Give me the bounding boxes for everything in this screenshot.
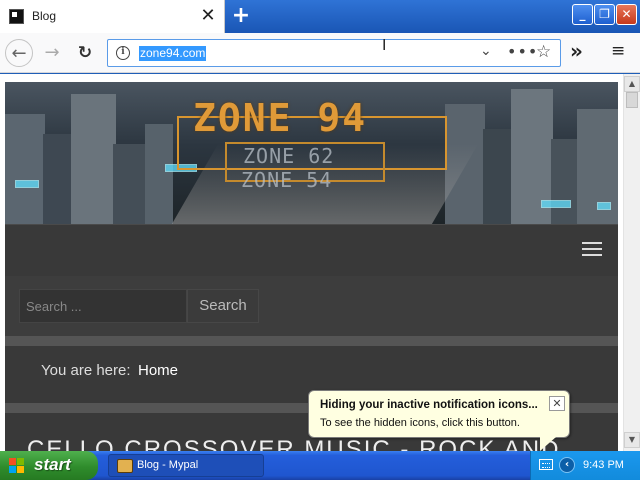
text-cursor-icon: I [382,36,387,54]
tab-close-icon[interactable]: ✕ [199,6,217,26]
start-button[interactable]: start [0,451,98,480]
navigation-toolbar: ← → ↻ i zone94.com ⌄ ••• ☆ [0,33,640,73]
tab-title: Blog [32,9,57,23]
keyboard-icon[interactable] [539,459,553,470]
taskbar: start Blog - Mypal ‹ 9:43 PM [0,451,640,480]
search-button[interactable]: Search [187,289,259,323]
new-tab-button[interactable]: + [229,3,253,29]
taskbar-item-mypal[interactable]: Blog - Mypal [108,454,264,477]
notification-text: To see the hidden icons, click this butt… [320,417,520,429]
taskbar-item-label: Blog - Mypal [137,459,199,471]
url-bar[interactable]: i zone94.com ⌄ ••• ☆ [107,39,561,67]
page-actions-icon[interactable]: ••• [507,42,538,61]
notification-close-icon[interactable]: ✕ [549,396,565,411]
post-title[interactable]: CELLO CROSSOVER MUSIC - ROCK AND [27,436,560,451]
search-input[interactable]: Search ... [19,289,187,323]
balloon-tail [540,437,556,451]
minimize-button[interactable]: _ [572,4,593,25]
site-logo-sub2: ZONE 54 [241,168,333,192]
scrollbar-thumb[interactable] [626,92,638,108]
site-header-banner[interactable]: ZONE 94 ZONE 62 ZONE 54 [5,82,618,224]
hamburger-menu-icon[interactable] [582,242,602,260]
chevron-down-icon[interactable]: ⌄ [480,43,492,59]
mypal-app-icon [117,459,133,473]
site-favicon-icon [9,9,24,24]
scroll-up-icon[interactable]: ▲ [624,76,640,92]
site-info-icon[interactable]: i [116,46,130,60]
bookmark-star-icon[interactable]: ☆ [536,42,551,62]
start-label: start [34,455,71,474]
site-logo-main[interactable]: ZONE 94 [193,96,367,140]
scroll-down-icon[interactable]: ▼ [624,432,640,448]
window-close-button[interactable]: ✕ [616,4,637,25]
site-logo-sub1: ZONE 62 [243,144,335,168]
notification-balloon[interactable]: Hiding your inactive notification icons.… [308,390,570,438]
reload-button[interactable]: ↻ [71,39,99,67]
app-menu-button[interactable]: ≡ [611,41,625,61]
breadcrumb-home-link[interactable]: Home [138,362,178,379]
section-divider [5,336,618,346]
browser-tab-bar: Blog ✕ + _ ❐ ✕ [0,0,640,33]
site-nav-bar [5,224,618,276]
system-tray: ‹ 9:43 PM [530,451,640,480]
windows-flag-icon [9,458,25,474]
clock[interactable]: 9:43 PM [583,459,624,471]
forward-button[interactable]: → [38,39,66,67]
url-text[interactable]: zone94.com [139,46,207,61]
maximize-button[interactable]: ❐ [594,4,615,25]
breadcrumb-label: You are here: [41,362,131,379]
toolbar-overflow-button[interactable]: » [570,39,583,63]
vertical-scrollbar[interactable]: ▲ ▼ [623,74,640,451]
show-hidden-icons-button[interactable]: ‹ [559,457,575,473]
back-button[interactable]: ← [5,39,33,67]
tab-blog[interactable]: Blog ✕ [0,0,225,33]
notification-title: Hiding your inactive notification icons.… [320,399,538,411]
